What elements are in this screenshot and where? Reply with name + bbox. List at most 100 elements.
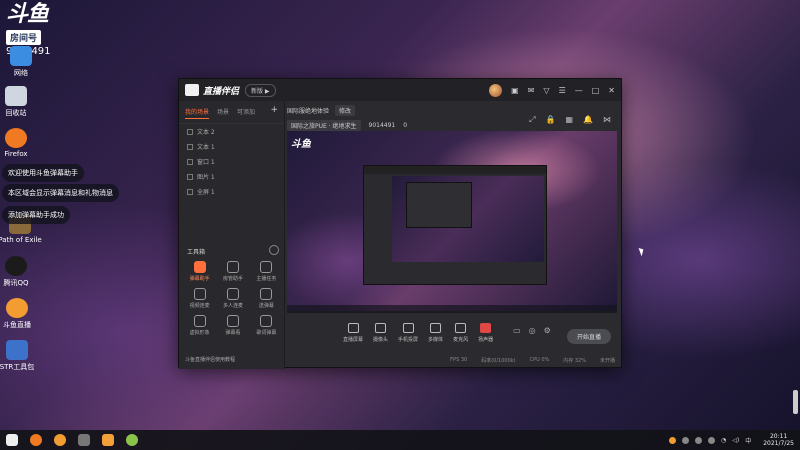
control-label: 手机投屏: [398, 337, 419, 343]
layout-icon[interactable]: ▦: [565, 115, 573, 125]
desktop-icon-qq[interactable]: 腾讯QQ: [0, 256, 39, 288]
tab-scene[interactable]: 场景: [217, 107, 229, 119]
gear-icon[interactable]: ⚙: [544, 326, 551, 335]
desktop-icon-recycle-bin[interactable]: 回收站: [0, 86, 39, 118]
tool-streamer-tasks[interactable]: 主播任务: [250, 261, 283, 282]
skin-icon[interactable]: ▣: [511, 86, 519, 95]
close-icon[interactable]: ✕: [608, 86, 615, 95]
tab-addable[interactable]: 可添加: [237, 107, 255, 119]
firefox-taskbar-icon[interactable]: [30, 434, 42, 446]
icon-label: STR工具包: [0, 363, 35, 371]
window-titlebar[interactable]: 直播伴侣 新版 ▶ ▣ ✉ ▽ ☰ — □ ✕: [179, 79, 621, 101]
maximize-icon[interactable]: □: [592, 86, 600, 95]
share-icon[interactable]: ⋈: [603, 115, 611, 125]
control-screen[interactable]: 直播屏幕: [343, 323, 363, 343]
control-phone[interactable]: 手机投屏: [398, 323, 418, 343]
icon-label: 斗鱼直播: [3, 321, 31, 329]
tool-lyrics[interactable]: 歌词弹幕: [250, 315, 283, 336]
status-live: 未开播: [599, 358, 615, 364]
scene-tabs: 我的场景 场景 可添加 +: [179, 101, 284, 124]
filter-icon[interactable]: ▽: [543, 86, 549, 95]
tool-room-manager[interactable]: 房管助手: [216, 261, 249, 282]
record-icon[interactable]: ▭: [513, 326, 521, 335]
view-icon[interactable]: ◎: [529, 326, 536, 335]
source-label: 文本 1: [197, 144, 215, 151]
desktop-icon-str-tools[interactable]: STR工具包: [0, 340, 40, 372]
phone-icon: [402, 323, 414, 333]
toolbox-grid: 弹幕助手 房管助手 主播任务 视频连麦 多人连麦 送弹幕 虚拟形象 弹幕看 歌词…: [183, 261, 283, 336]
live-companion-window[interactable]: 直播伴侣 新版 ▶ ▣ ✉ ▽ ☰ — □ ✕ 我的场景 场景 可添加 + 文本…: [178, 78, 622, 369]
tool-avatar[interactable]: 虚拟形象: [183, 315, 216, 336]
tool-label: 主播任务: [256, 276, 277, 282]
source-label: 文本 2: [197, 129, 215, 136]
notification-toast: 添加弹幕助手成功: [2, 206, 70, 224]
camera-icon: [375, 323, 387, 333]
douyu-taskbar-icon[interactable]: [54, 434, 66, 446]
minimize-icon[interactable]: —: [575, 86, 583, 95]
user-avatar[interactable]: [489, 83, 503, 97]
icon-label: 回收站: [5, 109, 27, 117]
control-media[interactable]: 多媒体: [428, 323, 443, 343]
room-type[interactable]: 国际之旅PUE · 绝地求生: [287, 120, 361, 131]
tutorial-link[interactable]: 斗鱼直播伴侣使用教程: [185, 356, 235, 363]
settings-icon[interactable]: ☰: [559, 86, 566, 95]
source-item[interactable]: 文本 2: [179, 124, 284, 139]
tool-multi-link[interactable]: 多人连麦: [216, 288, 249, 309]
app-title: 直播伴侣: [203, 86, 240, 97]
tool-taskbar-icon[interactable]: [126, 434, 138, 446]
tool-send-danmaku[interactable]: 送弹幕: [250, 288, 283, 309]
stream-preview[interactable]: 斗鱼: [287, 131, 617, 311]
tool-video-link[interactable]: 视频连麦: [183, 288, 216, 309]
control-label: 直播屏幕: [343, 337, 364, 343]
tab-my-scene[interactable]: 我的场景: [185, 107, 210, 119]
scrollbar[interactable]: [793, 390, 798, 414]
source-item[interactable]: 文本 1: [179, 139, 284, 154]
tool-danmaku-view[interactable]: 弹幕看: [216, 315, 249, 336]
g-app-taskbar-icon[interactable]: [78, 434, 90, 446]
toolbox-settings-icon[interactable]: [269, 245, 279, 255]
tool-label: 歌词弹幕: [256, 330, 277, 336]
version-pill[interactable]: 新版 ▶: [245, 83, 276, 97]
network-tray-icon[interactable]: ◔: [721, 437, 726, 444]
image-icon: [187, 173, 193, 180]
add-scene-icon[interactable]: +: [270, 106, 278, 119]
user-icon: [226, 261, 239, 273]
source-item[interactable]: 窗口 1: [179, 154, 284, 169]
notification-icon[interactable]: 🔔: [583, 115, 593, 125]
system-tray: ◔ ◁) 中 20:11 2021/7/25: [669, 433, 794, 447]
tray-app-icon[interactable]: [669, 436, 676, 444]
room-label: 房间号: [6, 30, 42, 45]
source-item[interactable]: 全屏 1: [179, 184, 284, 199]
notification-toast: 欢迎使用斗鱼弹幕助手: [2, 164, 84, 182]
taskbar-clock[interactable]: 20:11 2021/7/25: [763, 433, 794, 447]
message-icon[interactable]: ✉: [528, 86, 535, 95]
control-camera[interactable]: 摄像头: [373, 323, 388, 343]
desktop-icon-douyu[interactable]: 斗鱼直播: [0, 298, 40, 330]
tool-danmaku-assistant[interactable]: 弹幕助手: [183, 261, 216, 282]
video-icon: [193, 288, 206, 300]
edit-tag-button[interactable]: 修改: [335, 105, 356, 116]
start-stream-button[interactable]: 开始直播: [566, 329, 611, 344]
source-label: 窗口 1: [197, 159, 215, 166]
windows-start-icon[interactable]: [6, 434, 18, 446]
qq-icon: [5, 256, 27, 276]
taskbar: ◔ ◁) 中 20:11 2021/7/25: [0, 430, 800, 450]
status-bar: FPS 30 码率(0/1000k) CPU 0% 内存 32% 未开播: [287, 357, 615, 364]
input-language[interactable]: 中: [745, 436, 751, 445]
live-companion-taskbar-icon[interactable]: [102, 434, 114, 446]
desktop-icon-network[interactable]: 网络: [0, 46, 44, 78]
volume-tray-icon[interactable]: ◁): [732, 437, 739, 444]
speaker-icon: [480, 323, 492, 333]
source-item[interactable]: 图片 1: [179, 169, 284, 184]
lock-icon[interactable]: 🔒: [546, 115, 556, 125]
tool-label: 多人连麦: [222, 303, 243, 309]
text-icon: [187, 128, 193, 135]
control-speaker[interactable]: 扬声器: [478, 323, 493, 343]
tray-app-icon[interactable]: [708, 436, 715, 444]
source-label: 全屏 1: [197, 189, 215, 196]
tray-app-icon[interactable]: [682, 436, 689, 444]
control-mic[interactable]: 麦克风: [453, 323, 468, 343]
desktop-icon-firefox[interactable]: Firefox: [0, 128, 39, 158]
popout-icon[interactable]: ⤢: [529, 115, 535, 125]
tray-app-icon[interactable]: [695, 436, 702, 444]
